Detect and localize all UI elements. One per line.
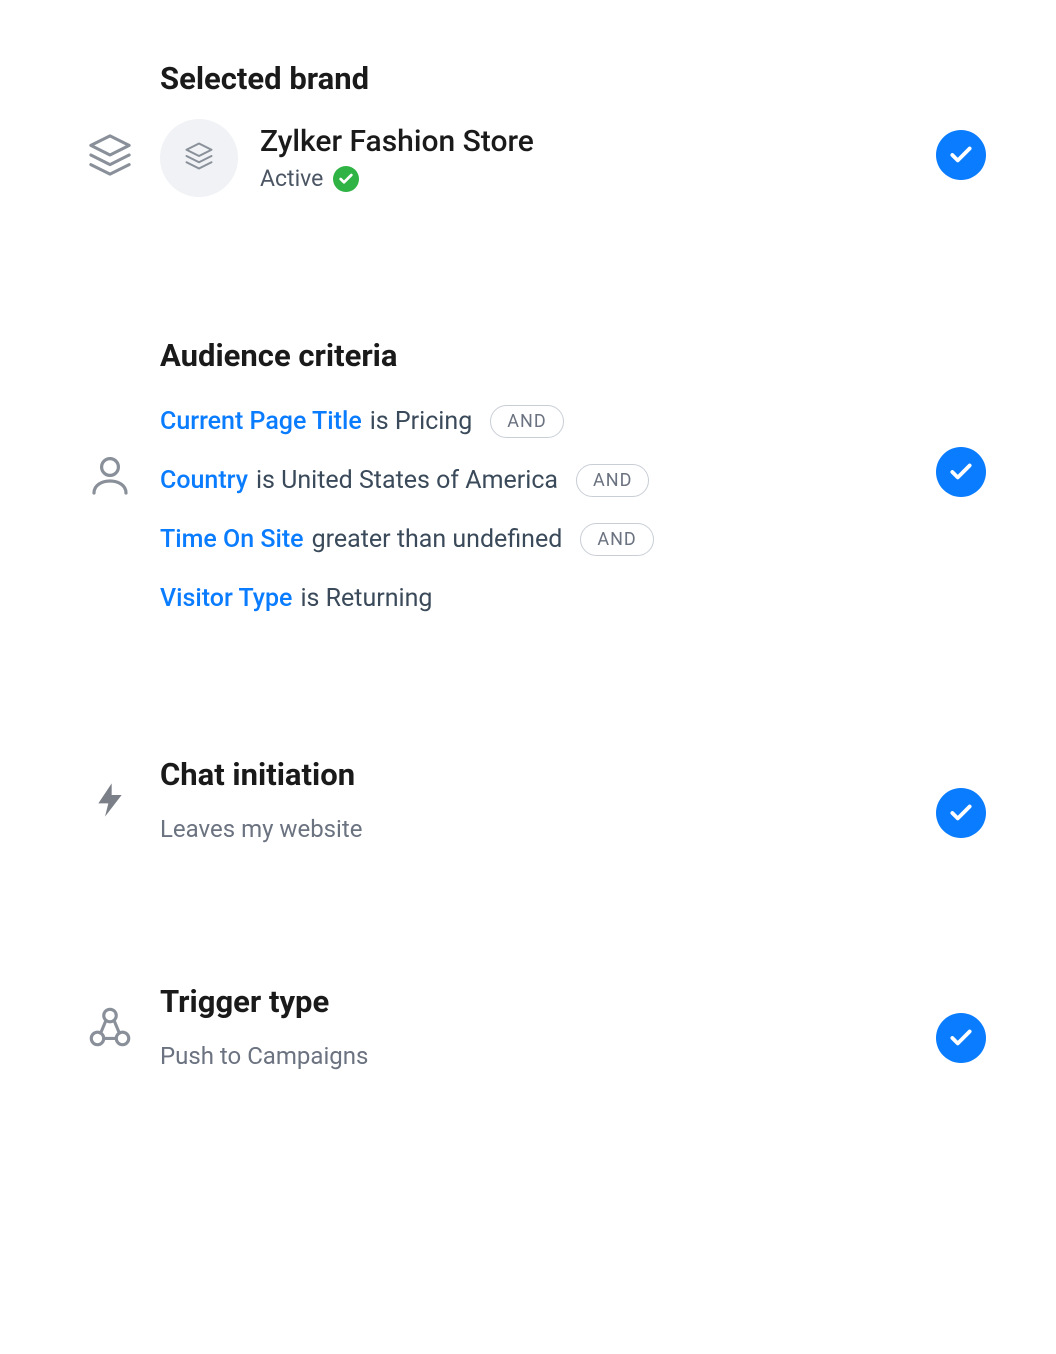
and-badge: AND xyxy=(580,523,653,556)
section-chat-initiation: Chat initiation Leaves my website xyxy=(60,756,986,843)
and-badge: AND xyxy=(490,405,563,438)
selected-brand-title: Selected brand xyxy=(160,60,906,97)
and-badge: AND xyxy=(576,464,649,497)
bolt-icon xyxy=(90,776,130,828)
criteria-condition: is Returning xyxy=(300,581,432,616)
brand-status-text: Active xyxy=(260,165,323,192)
audience-criteria-title: Audience criteria xyxy=(160,337,906,374)
criteria-field-link[interactable]: Country xyxy=(160,463,248,498)
chat-initiation-title: Chat initiation xyxy=(160,756,906,793)
trigger-type-value: Push to Campaigns xyxy=(160,1042,906,1070)
criteria-condition: is Pricing xyxy=(370,404,473,439)
audience-complete-check-icon[interactable] xyxy=(936,447,986,497)
criteria-field-link[interactable]: Visitor Type xyxy=(160,581,292,616)
nodes-icon xyxy=(85,1003,135,1057)
criteria-condition: is United States of America xyxy=(256,463,558,498)
brand-complete-check-icon[interactable] xyxy=(936,130,986,180)
trigger-type-title: Trigger type xyxy=(160,983,906,1020)
criteria-item[interactable]: Time On Site greater than undefined AND xyxy=(160,522,906,557)
criteria-list: Current Page Title is Pricing AND Countr… xyxy=(160,404,906,616)
section-selected-brand: Selected brand Zylker Fashion Store Acti xyxy=(60,60,986,197)
layers-icon xyxy=(184,141,214,175)
layers-icon xyxy=(87,132,133,182)
chat-complete-check-icon[interactable] xyxy=(936,788,986,838)
criteria-field-link[interactable]: Current Page Title xyxy=(160,404,362,439)
chat-initiation-value: Leaves my website xyxy=(160,815,906,843)
criteria-field-link[interactable]: Time On Site xyxy=(160,522,304,557)
trigger-complete-check-icon[interactable] xyxy=(936,1013,986,1063)
criteria-item[interactable]: Visitor Type is Returning xyxy=(160,581,906,616)
brand-avatar xyxy=(160,119,238,197)
brand-name: Zylker Fashion Store xyxy=(260,124,534,159)
section-trigger-type: Trigger type Push to Campaigns xyxy=(60,983,986,1070)
criteria-item[interactable]: Current Page Title is Pricing AND xyxy=(160,404,906,439)
criteria-condition: greater than undefined xyxy=(312,522,563,557)
criteria-item[interactable]: Country is United States of America AND xyxy=(160,463,906,498)
brand-row[interactable]: Zylker Fashion Store Active xyxy=(160,119,906,197)
section-audience-criteria: Audience criteria Current Page Title is … xyxy=(60,337,986,616)
status-active-icon xyxy=(333,166,359,192)
user-icon xyxy=(86,451,134,503)
